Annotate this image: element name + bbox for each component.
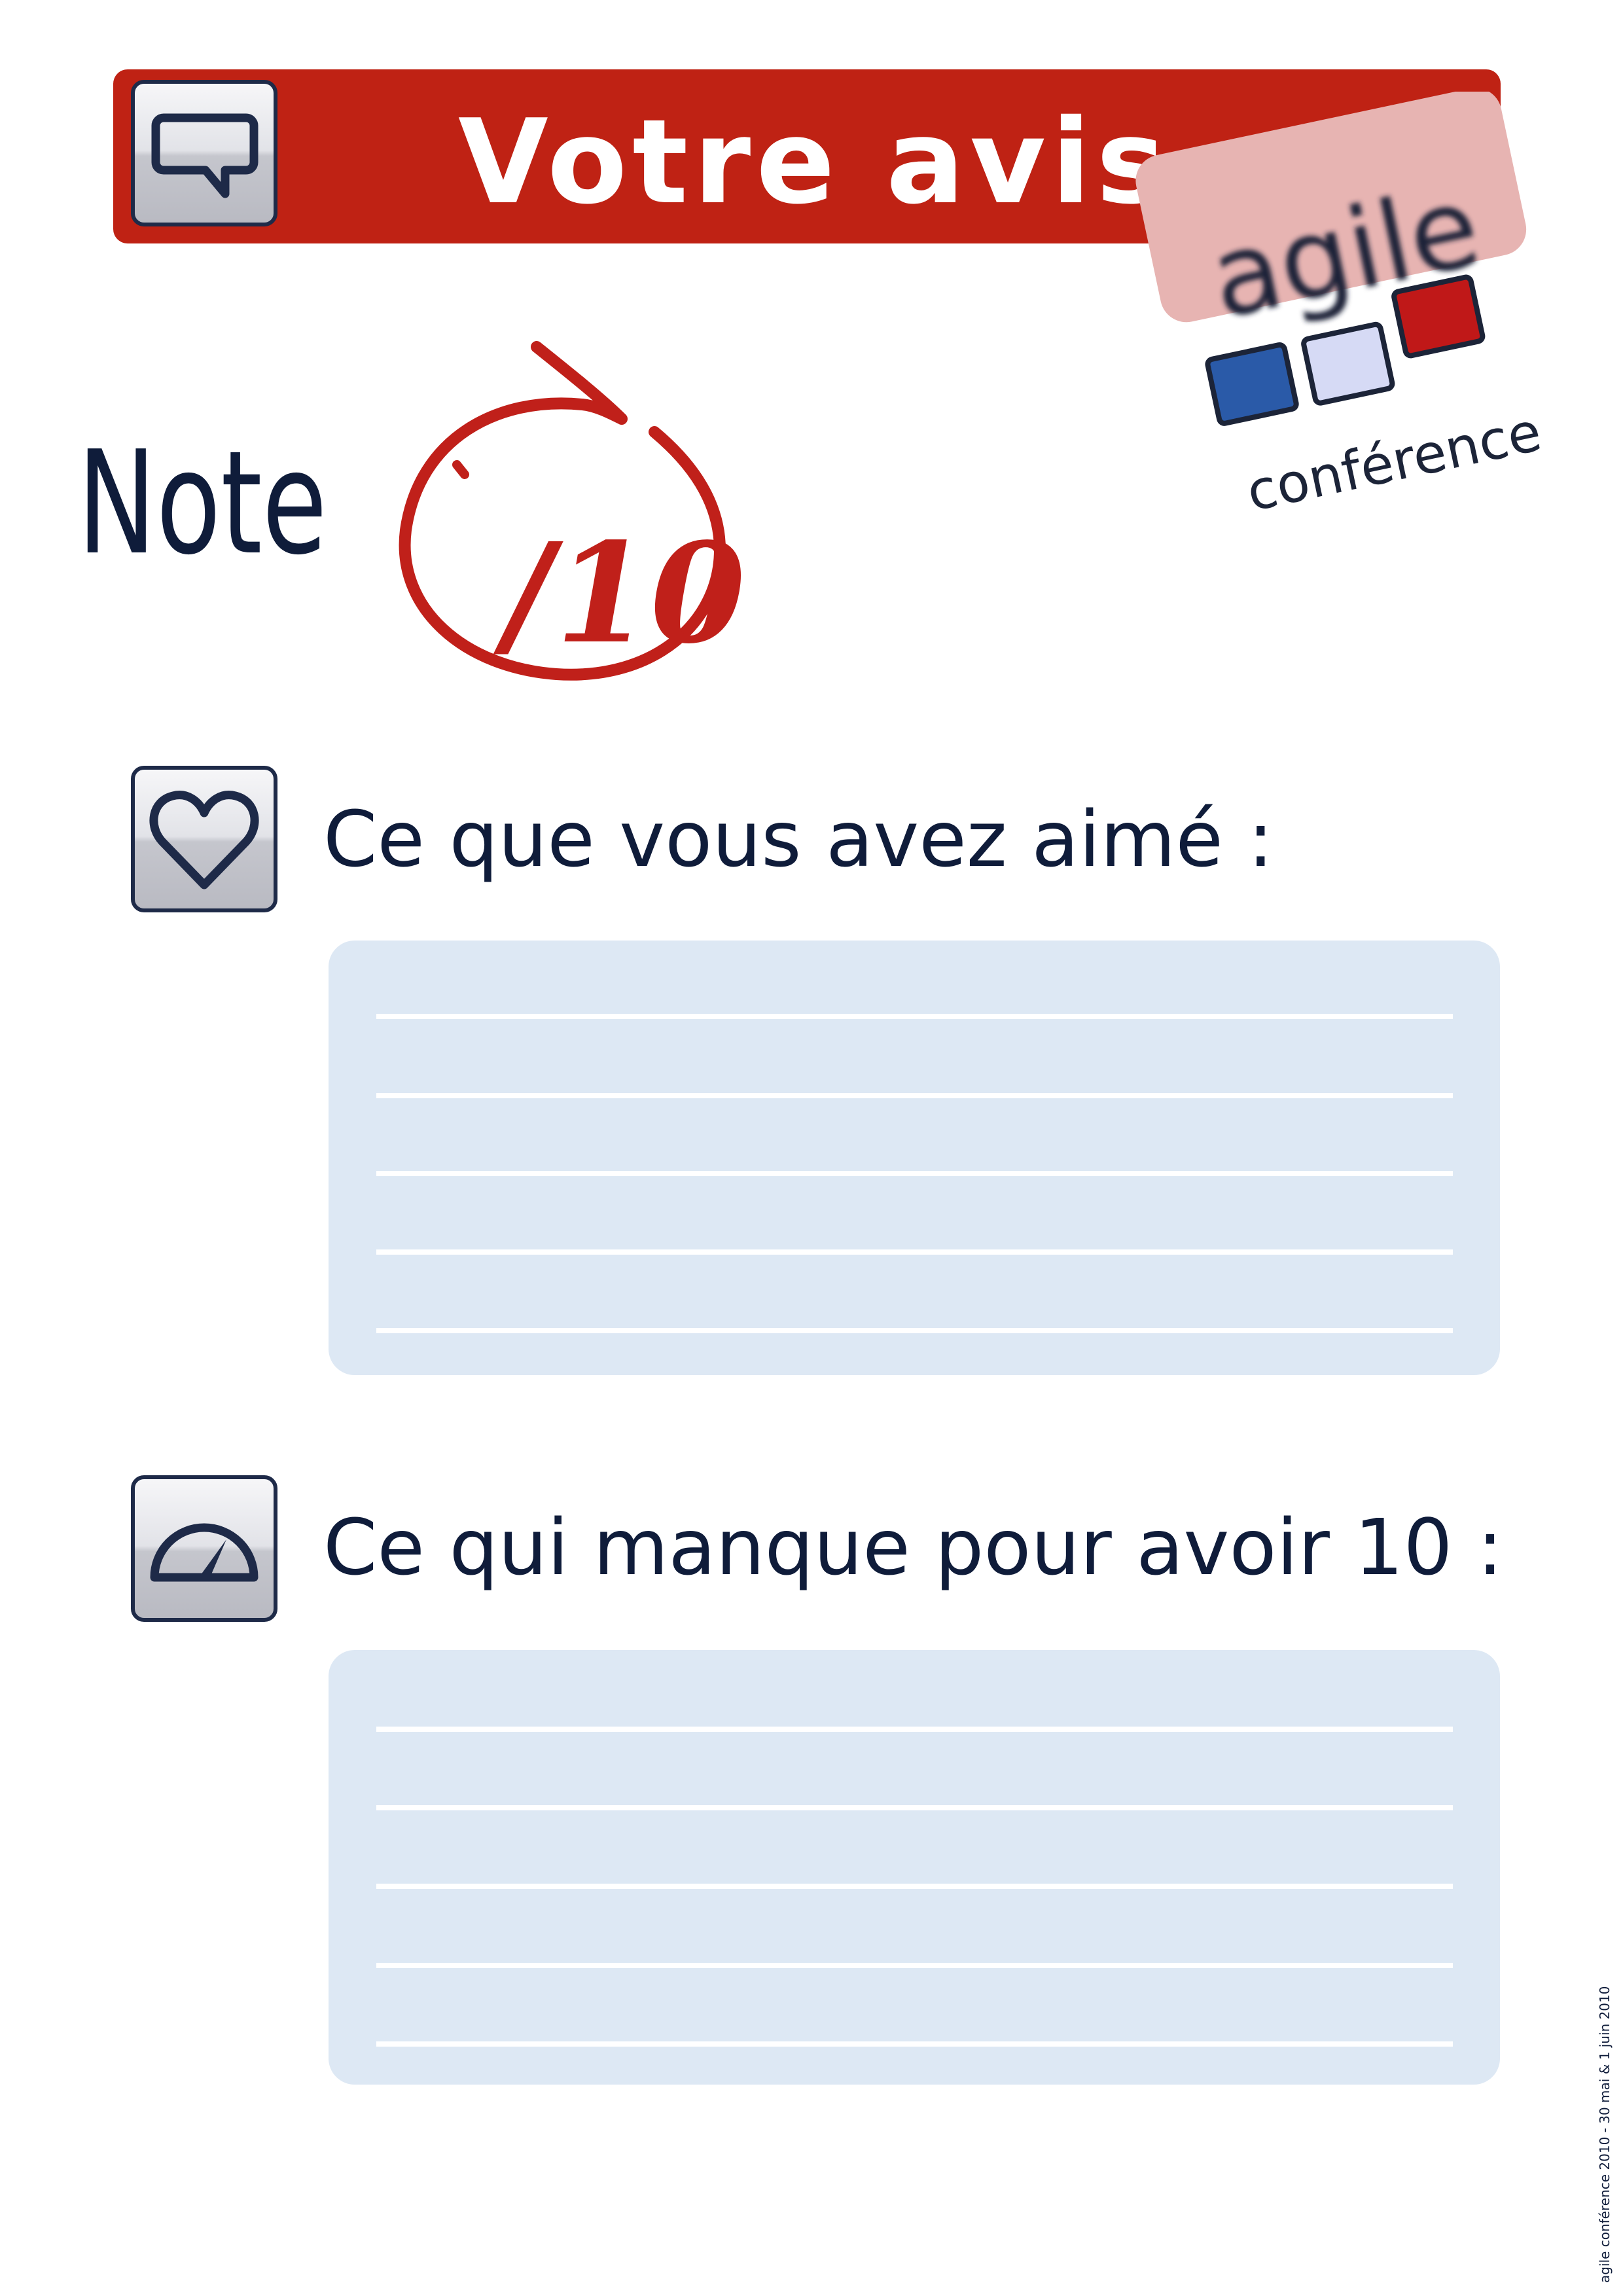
writing-line	[376, 1963, 1453, 1968]
writing-line	[376, 1249, 1453, 1255]
speech-bubble-icon-box	[131, 80, 277, 226]
note-label: Note	[77, 421, 327, 586]
answer-area-missing[interactable]	[329, 1650, 1500, 2085]
writing-line	[376, 2041, 1453, 2047]
gauge-icon-box	[131, 1475, 277, 1622]
writing-line	[376, 1884, 1453, 1889]
section-heading-missing: Ce qui manque pour avoir 10 :	[323, 1502, 1503, 1592]
footer-credit: agile conférence 2010 - 30 mai & 1 juin …	[1597, 1986, 1613, 2283]
score-circle-tick	[452, 460, 469, 479]
section-heading-liked: Ce que vous avez aimé :	[323, 794, 1274, 884]
gauge-icon	[150, 1523, 259, 1582]
score-scale: /10	[490, 512, 746, 674]
writing-line	[376, 1328, 1453, 1333]
heart-icon	[149, 791, 259, 889]
heart-icon-box	[131, 766, 277, 912]
writing-line	[376, 1014, 1453, 1019]
note-score-mark: /10	[399, 341, 746, 681]
agile-conference-logo: agile conférence	[1135, 92, 1546, 511]
writing-line	[376, 1805, 1453, 1810]
speech-bubble-icon	[151, 113, 259, 198]
answer-area-liked[interactable]	[329, 941, 1500, 1375]
logo-square-white	[1301, 321, 1395, 406]
writing-line	[376, 1093, 1453, 1098]
logo-square-blue	[1205, 342, 1299, 426]
writing-line	[376, 1171, 1453, 1176]
logo-square-red	[1391, 274, 1486, 359]
writing-line	[376, 1727, 1453, 1732]
logo-subword: conférence	[1241, 401, 1546, 511]
